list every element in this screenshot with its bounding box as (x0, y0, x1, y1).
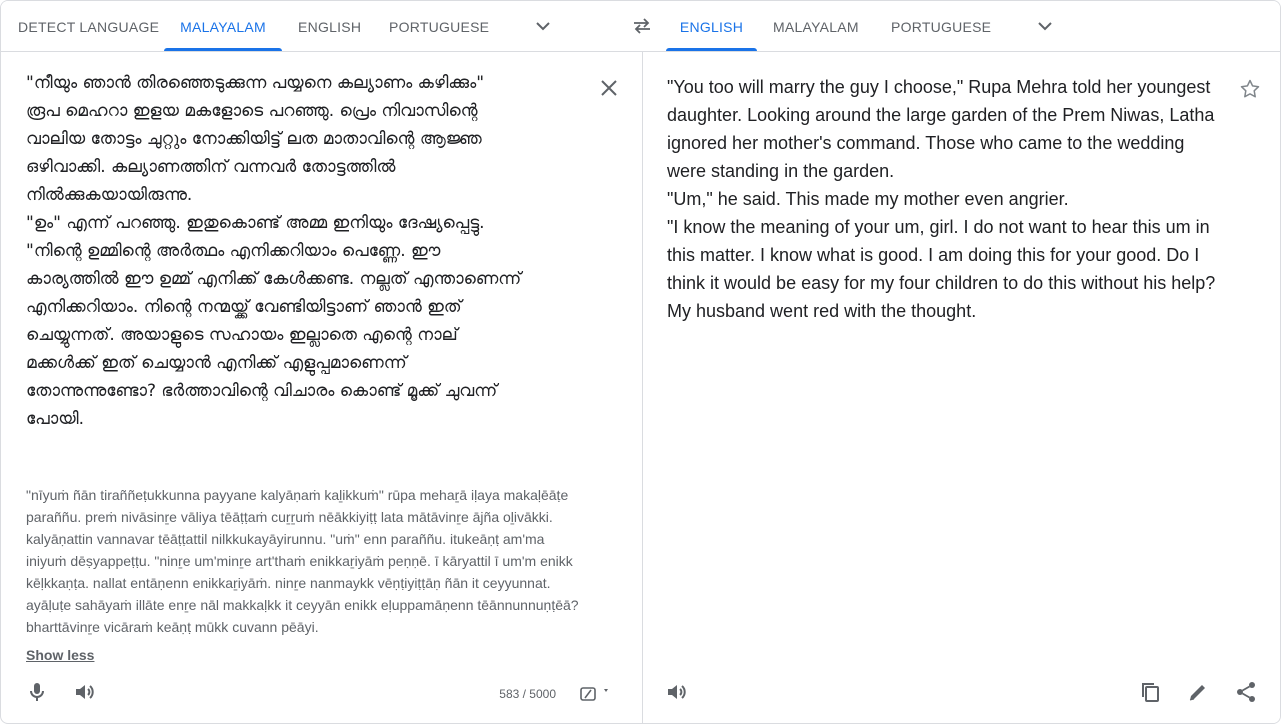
source-tab-detect-language[interactable]: Detect language (18, 1, 159, 51)
character-count: 583 / 5000 (499, 687, 556, 701)
share-translation-icon[interactable] (1234, 680, 1258, 704)
swap-languages-icon[interactable] (630, 14, 654, 38)
language-bar: Detect language Malayalam English Portug… (1, 1, 1280, 52)
translation-listen-speaker-icon[interactable] (665, 680, 689, 704)
source-tab-portuguese[interactable]: Portuguese (389, 1, 489, 51)
copy-translation-icon[interactable] (1138, 680, 1162, 704)
target-tab-english[interactable]: English (666, 1, 757, 51)
save-translation-star-icon[interactable] (1238, 77, 1262, 101)
handwriting-input-tool-icon[interactable] (577, 683, 613, 703)
microphone-icon[interactable] (25, 680, 49, 704)
source-text-area[interactable]: "നീയും ഞാൻ തിരഞ്ഞെടുക്കുന്ന പയ്യനെ കല്യാ… (26, 69, 586, 433)
translate-card: Detect language Malayalam English Portug… (0, 0, 1281, 724)
transliteration-text: "nīyuṁ ñān tiraññeṭukkunna payyane kalyā… (26, 487, 579, 635)
source-tab-english[interactable]: English (298, 1, 361, 51)
clear-source-text-close-icon[interactable] (597, 76, 621, 100)
source-listen-speaker-icon[interactable] (73, 680, 97, 704)
target-more-languages-chevron-icon[interactable] (1033, 14, 1057, 38)
source-more-languages-chevron-icon[interactable] (531, 14, 555, 38)
translation-output-text: "You too will marry the guy I choose," R… (667, 77, 1216, 321)
target-tab-malayalam[interactable]: Malayalam (773, 1, 859, 51)
edit-translation-pencil-icon[interactable] (1186, 680, 1210, 704)
show-less-link[interactable]: Show less (26, 647, 94, 663)
source-tab-malayalam[interactable]: Malayalam (164, 1, 282, 51)
target-tab-portuguese[interactable]: Portuguese (891, 1, 991, 51)
